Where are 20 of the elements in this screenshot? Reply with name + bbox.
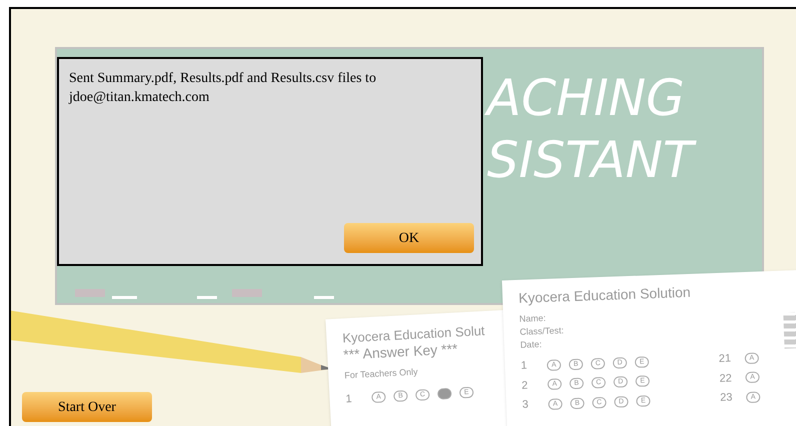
question-number: 2: [521, 378, 529, 394]
question-number: 1: [345, 392, 354, 407]
question-number: 22: [719, 371, 733, 386]
ok-button[interactable]: OK: [344, 223, 474, 253]
question-number: 3: [522, 398, 530, 413]
question-number: 21: [718, 352, 732, 367]
chalk-mark: [112, 296, 137, 299]
chalk-mark: [314, 296, 334, 299]
field-label: Name:: [519, 312, 546, 326]
field-label: Class/Test:: [520, 324, 564, 339]
question-number: 23: [720, 390, 734, 406]
question-number: 1: [520, 358, 528, 374]
start-over-button[interactable]: Start Over: [22, 392, 152, 422]
banner-title: ACHING: [487, 67, 685, 129]
sheet-title: Kyocera Education Solut: [342, 323, 486, 346]
field-label: Date:: [520, 338, 542, 352]
sheet-title: Kyocera Education Solution: [518, 284, 691, 307]
dialog-message: Sent Summary.pdf, Results.pdf and Results.csv files to jdoe@titan.kmatech.com: [69, 70, 378, 107]
chalk-mark: [197, 296, 217, 299]
sheet-note: For Teachers Only: [344, 366, 418, 382]
